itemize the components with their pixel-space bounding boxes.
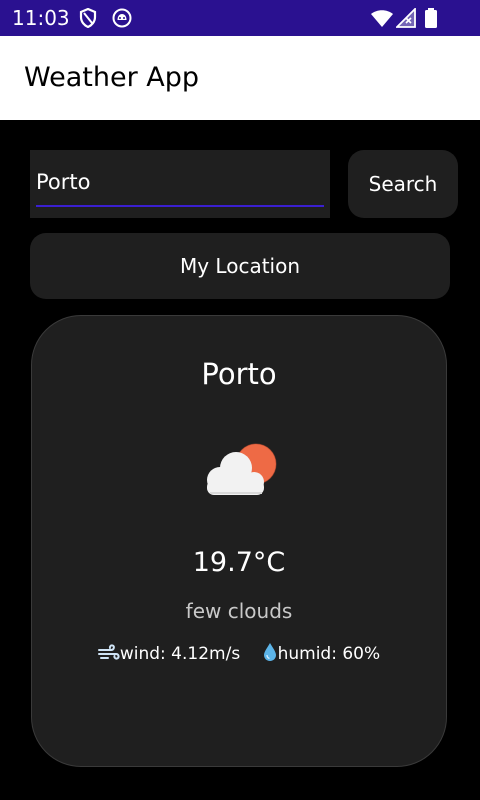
battery-icon [424,8,438,32]
status-time: 11:03 [12,6,70,30]
wind-value: wind: 4.12m/s [119,644,241,664]
app-bar: Weather App [0,36,480,120]
my-location-button[interactable]: My Location [30,233,450,299]
cellular-signal-icon [394,6,416,32]
app-title: Weather App [24,62,200,93]
temperature: 19.7°C [192,547,286,578]
humidity-value: humid: 60% [277,644,381,664]
main-content: Porto Search My Location Porto 19.7°C fe… [0,120,480,800]
weather-description: few clouds [185,599,293,623]
humidity-detail: humid: 60% [262,642,381,669]
weather-card: Porto 19.7°C few clouds wind: 4.12m/s hu… [31,315,447,767]
shield-icon [78,7,98,32]
wifi-icon [370,8,394,32]
city-name: Porto [201,357,277,391]
city-search-input[interactable]: Porto [30,150,330,218]
app-notification-icon [112,8,132,32]
wind-detail: wind: 4.12m/s [97,642,241,669]
wind-icon [97,644,120,669]
search-button[interactable]: Search [348,150,458,218]
search-input-underline [36,205,324,207]
water-drop-icon [262,642,278,669]
status-bar: 11:03 [0,0,480,36]
few-clouds-icon [198,438,282,502]
city-search-value[interactable]: Porto [36,168,90,196]
weather-details: wind: 4.12m/s humid: 60% [32,642,446,669]
